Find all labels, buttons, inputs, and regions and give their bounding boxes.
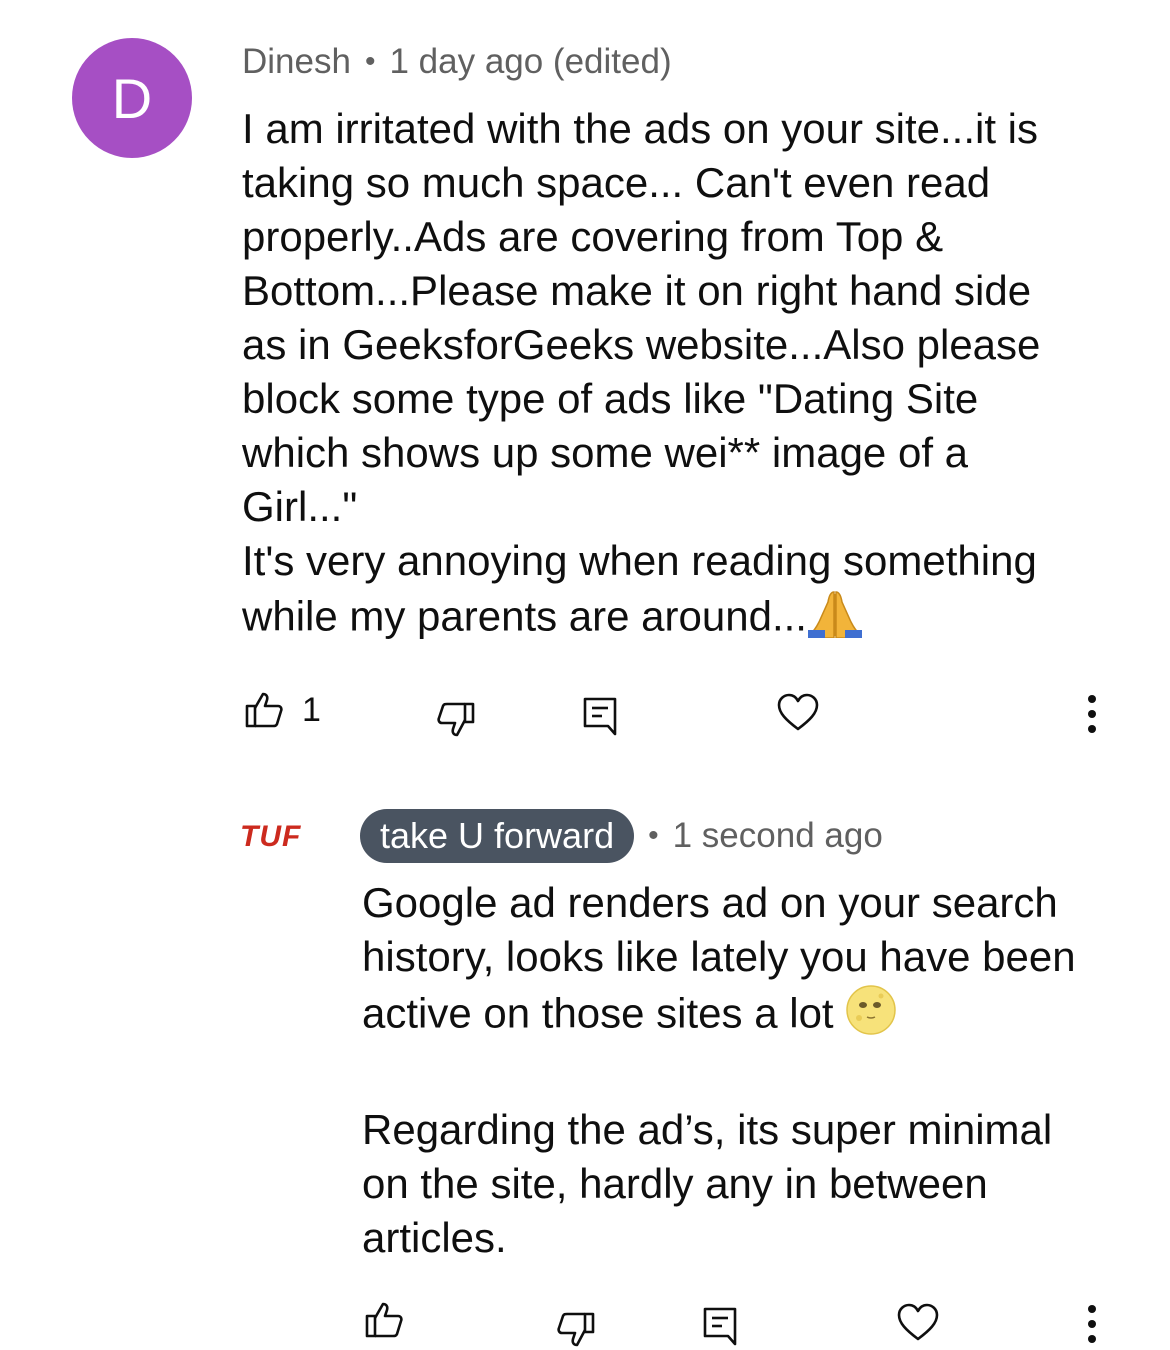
meta-separator: • [648,819,659,852]
comment-body: I am irritated with the ads on your site… [242,105,1041,640]
like-button[interactable] [364,1300,404,1340]
reply-body-part2: Regarding the ad’s, its super minimal on… [362,1106,1053,1261]
heart-icon [776,692,820,732]
more-button[interactable] [1084,694,1100,734]
reply-meta: take U forward • 1 second ago [360,809,883,863]
reply-button[interactable] [702,1306,738,1346]
reply-text: Google ad renders ad on your search hist… [362,876,1142,1265]
meta-separator: • [364,45,376,78]
reply-author-chip[interactable]: take U forward [360,809,635,863]
more-vertical-icon [1084,1304,1100,1344]
heart-button[interactable] [896,1302,940,1342]
comment-text: I am irritated with the ads on your site… [242,102,1122,651]
comment-author[interactable]: Dinesh [242,42,351,82]
thumbs-down-icon [556,1312,596,1348]
like-button[interactable]: 1 [244,690,321,730]
reply-icon [582,696,618,736]
more-button[interactable] [1084,1304,1100,1344]
avatar-letter: D [111,66,153,130]
more-vertical-icon [1084,694,1100,734]
channel-logo[interactable]: TUF [240,820,301,854]
comment-actions: 1 [0,682,1170,742]
reply-button[interactable] [582,696,618,736]
comment-meta: Dinesh • 1 day ago (edited) [242,42,672,82]
thumbs-up-icon [364,1300,404,1340]
comment-time[interactable]: 1 day ago (edited) [389,42,671,82]
like-count: 1 [302,690,321,729]
thumbs-up-icon [244,690,284,730]
thumbs-down-icon [436,702,476,738]
logo-text: TUF [240,820,302,853]
heart-button[interactable] [776,692,820,732]
folded-hands-icon [807,588,863,651]
reply-actions [0,1290,1170,1350]
reply-body-part1: Google ad renders ad on your search hist… [362,879,1076,1037]
moon-face-icon [845,984,897,1049]
reply-time[interactable]: 1 second ago [673,816,883,856]
dislike-button[interactable] [556,1312,596,1348]
dislike-button[interactable] [436,702,476,738]
heart-icon [896,1302,940,1342]
avatar[interactable]: D [72,38,192,158]
reply-icon [702,1306,738,1346]
